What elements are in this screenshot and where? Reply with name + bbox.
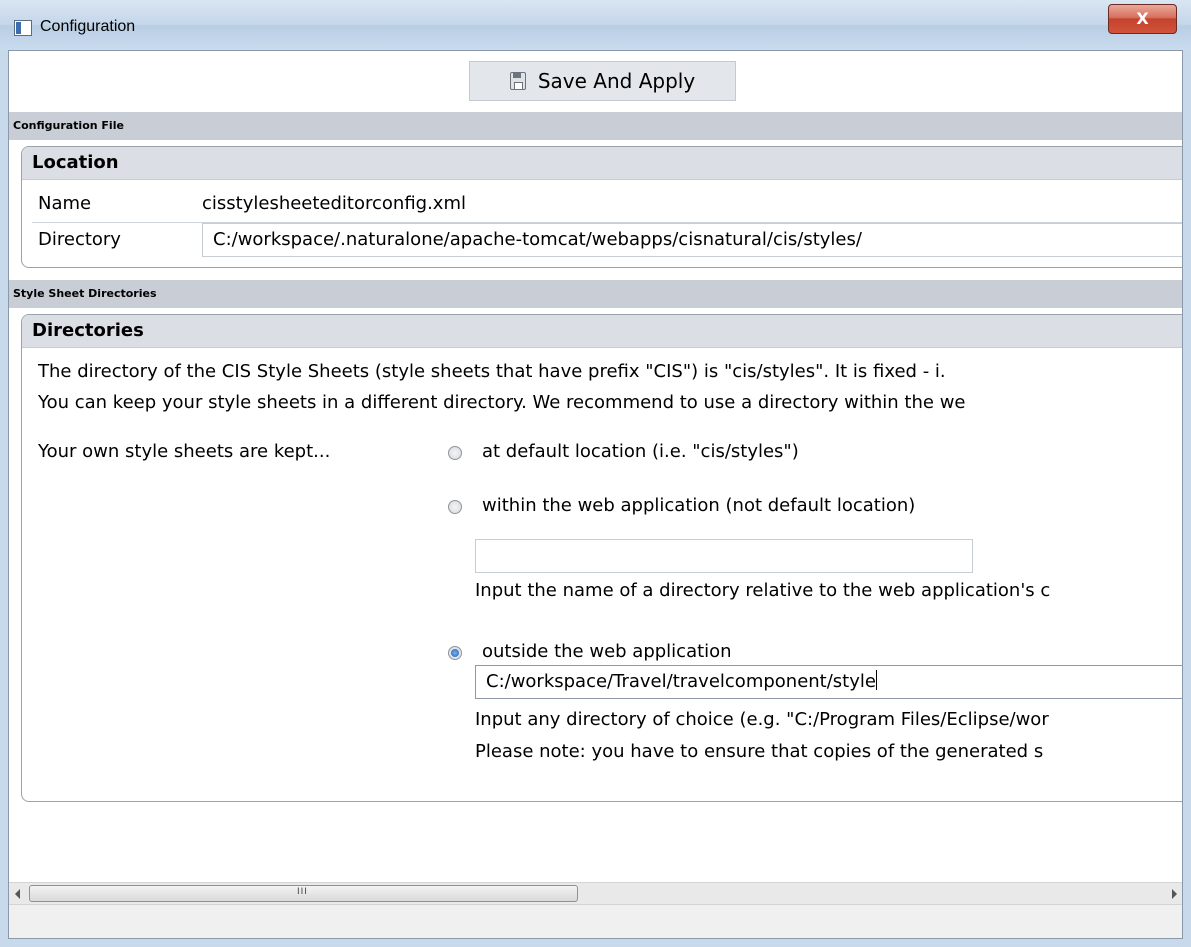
window-frame-bottom <box>0 939 1191 947</box>
floppy-disk-icon <box>509 72 526 90</box>
location-group: Location Name cisstylesheeteditorconfig.… <box>21 146 1182 268</box>
outside-hint-2: Please note: you have to ensure that cop… <box>475 741 1044 762</box>
radio-default-location[interactable] <box>448 446 462 460</box>
title-bar[interactable]: Configuration X <box>0 0 1191 50</box>
window-title: Configuration <box>40 18 136 35</box>
horizontal-scrollbar[interactable]: III <box>9 882 1182 905</box>
directories-group-title: Directories <box>22 315 1182 348</box>
configuration-window: Configuration X Save And Apply Configura… <box>0 0 1191 947</box>
toolbar: Save And Apply <box>9 51 1182 104</box>
directory-field[interactable]: C:/workspace/.naturalone/apache-tomcat/w… <box>202 223 1182 257</box>
name-value: cisstylesheeteditorconfig.xml <box>202 193 466 214</box>
info-text-line-2: You can keep your style sheets in a diff… <box>38 392 966 413</box>
radio-within-web-app[interactable] <box>448 500 462 514</box>
within-directory-input[interactable] <box>475 539 973 573</box>
location-group-title: Location <box>22 147 1182 180</box>
status-bar <box>9 904 1182 938</box>
directory-field-value: C:/workspace/.naturalone/apache-tomcat/w… <box>213 229 862 250</box>
radio-outside-web-app[interactable] <box>448 646 462 660</box>
radio-default-location-label[interactable]: at default location (i.e. "cis/styles") <box>482 441 799 462</box>
directory-label: Directory <box>38 229 121 250</box>
section-configuration-file: Configuration File <box>9 112 1182 140</box>
window-frame-left <box>0 50 8 947</box>
kept-label: Your own style sheets are kept... <box>38 441 331 462</box>
window-frame-right <box>1183 50 1191 947</box>
scroll-left-arrow-icon[interactable] <box>15 889 20 899</box>
section-style-sheet-directories: Style Sheet Directories <box>9 280 1182 308</box>
save-and-apply-button[interactable]: Save And Apply <box>469 61 736 101</box>
radio-within-web-app-label[interactable]: within the web application (not default … <box>482 495 915 516</box>
client-area: Save And Apply Configuration File Locati… <box>8 50 1183 939</box>
name-label: Name <box>38 193 92 214</box>
outside-directory-input-value: C:/workspace/Travel/travelcomponent/styl… <box>486 671 876 692</box>
info-text-line-1: The directory of the CIS Style Sheets (s… <box>38 361 946 382</box>
radio-outside-web-app-label[interactable]: outside the web application <box>482 641 732 662</box>
close-button[interactable]: X <box>1108 4 1177 34</box>
scroll-right-arrow-icon[interactable] <box>1172 889 1177 899</box>
scrollbar-grip: III <box>297 887 308 897</box>
outside-directory-input[interactable]: C:/workspace/Travel/travelcomponent/styl… <box>475 665 1182 699</box>
save-and-apply-label: Save And Apply <box>537 69 696 93</box>
scrollbar-thumb[interactable]: III <box>29 885 578 902</box>
app-icon <box>14 20 32 36</box>
text-caret <box>875 670 877 690</box>
directories-group: Directories The directory of the CIS Sty… <box>21 314 1182 802</box>
scrollable-content: Configuration File Location Name cisstyl… <box>9 104 1182 882</box>
within-hint: Input the name of a directory relative t… <box>475 580 1051 601</box>
outside-hint-1: Input any directory of choice (e.g. "C:/… <box>475 709 1049 730</box>
